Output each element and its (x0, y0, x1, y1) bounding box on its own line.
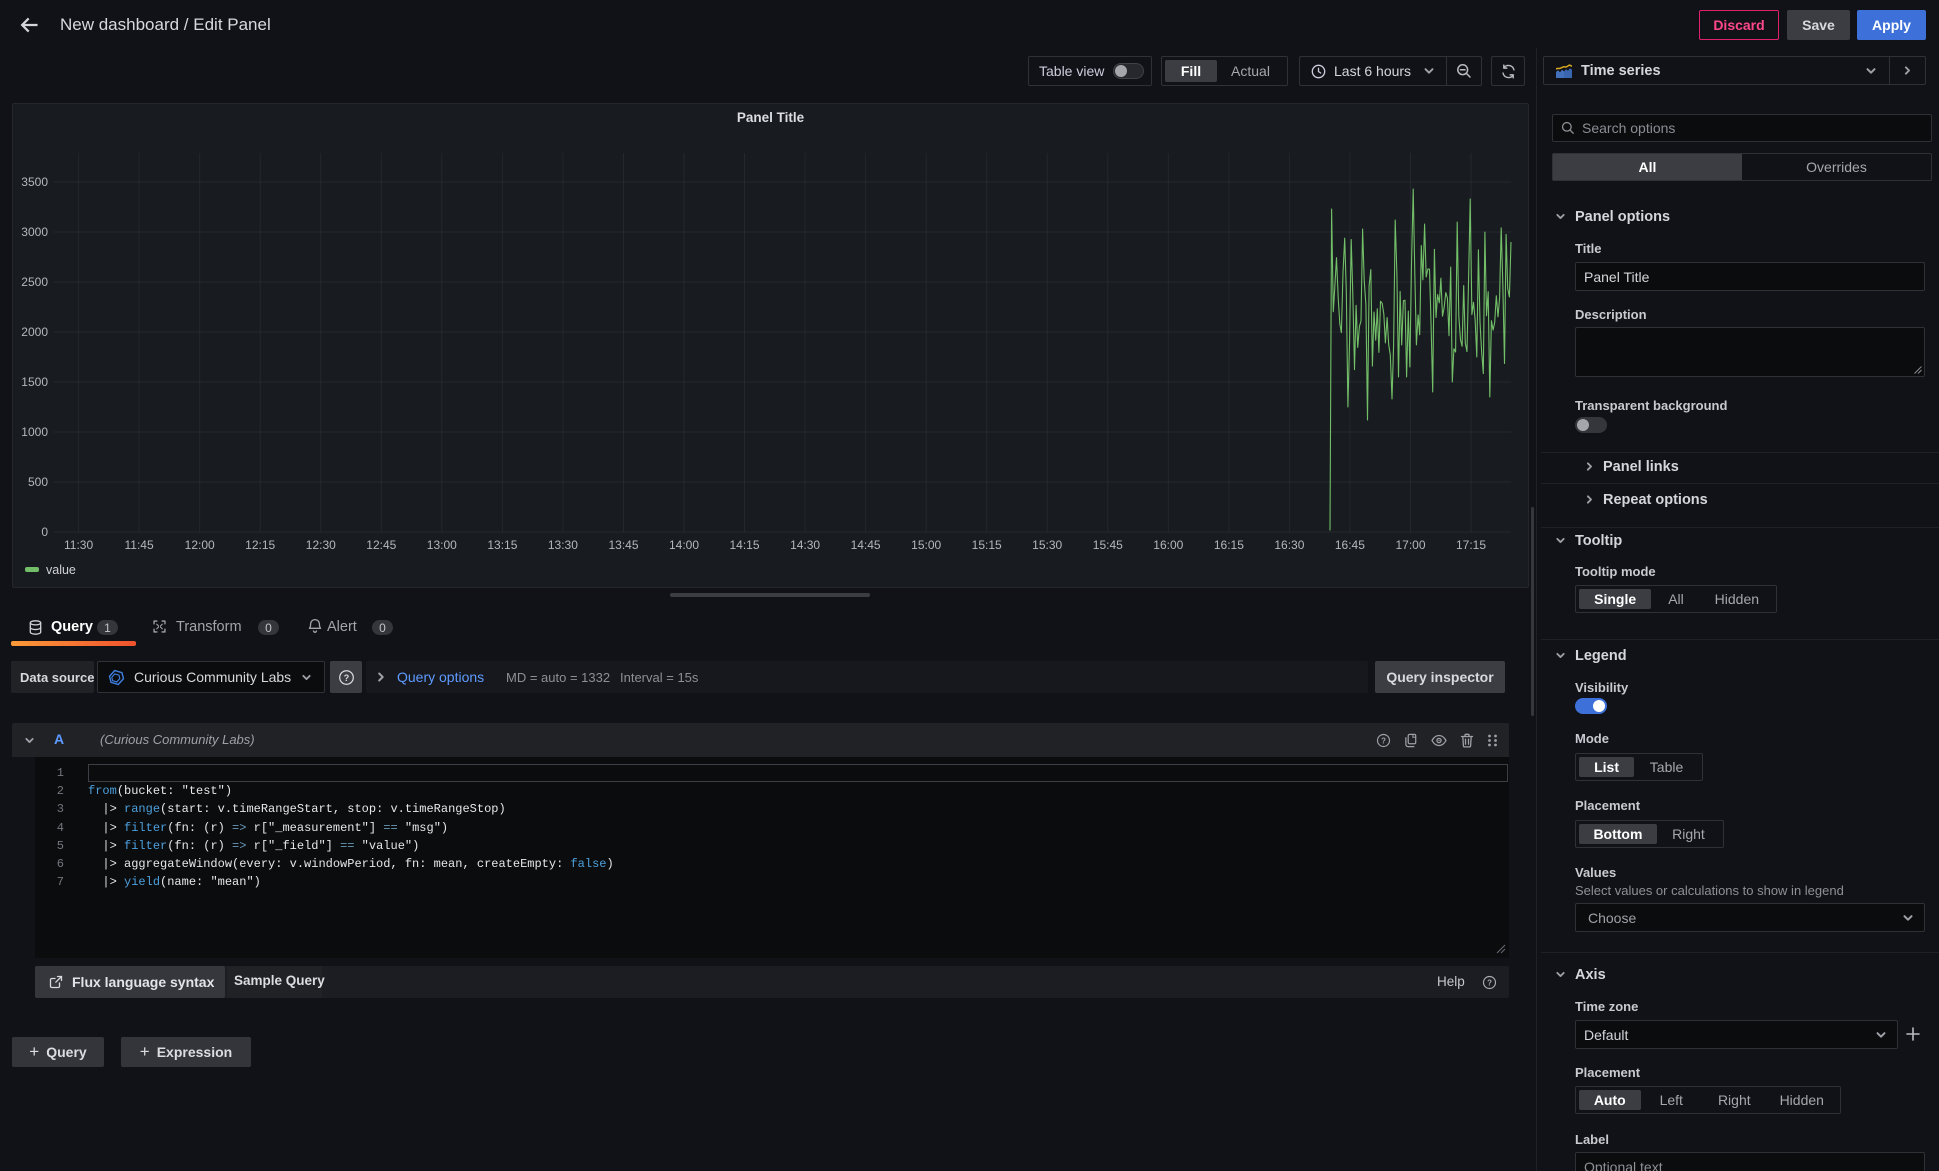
svg-text:3500: 3500 (21, 175, 48, 189)
svg-text:2000: 2000 (21, 325, 48, 339)
svg-text:14:45: 14:45 (851, 538, 881, 552)
svg-text:12:00: 12:00 (185, 538, 215, 552)
svg-text:12:45: 12:45 (366, 538, 396, 552)
svg-text:14:15: 14:15 (729, 538, 759, 552)
svg-text:15:30: 15:30 (1032, 538, 1062, 552)
svg-text:11:30: 11:30 (64, 538, 93, 552)
svg-text:15:00: 15:00 (911, 538, 941, 552)
svg-text:16:15: 16:15 (1214, 538, 1244, 552)
svg-text:14:00: 14:00 (669, 538, 699, 552)
svg-text:15:15: 15:15 (972, 538, 1002, 552)
svg-text:1500: 1500 (21, 375, 48, 389)
svg-text:12:30: 12:30 (306, 538, 336, 552)
svg-text:3000: 3000 (21, 225, 48, 239)
svg-text:?: ? (1381, 737, 1386, 746)
svg-text:13:30: 13:30 (548, 538, 578, 552)
svg-text:value: value (46, 563, 76, 577)
svg-text:16:00: 16:00 (1153, 538, 1183, 552)
svg-text:?: ? (343, 672, 348, 682)
svg-text:15:45: 15:45 (1093, 538, 1123, 552)
svg-text:17:15: 17:15 (1456, 538, 1486, 552)
svg-text:17:00: 17:00 (1395, 538, 1425, 552)
svg-text:1000: 1000 (21, 425, 48, 439)
svg-text:?: ? (1487, 979, 1492, 988)
svg-text:16:30: 16:30 (1274, 538, 1304, 552)
svg-text:11:45: 11:45 (125, 538, 154, 552)
svg-text:500: 500 (28, 475, 48, 489)
svg-text:13:00: 13:00 (427, 538, 457, 552)
svg-text:16:45: 16:45 (1335, 538, 1365, 552)
svg-text:13:45: 13:45 (608, 538, 638, 552)
svg-text:12:15: 12:15 (245, 538, 275, 552)
svg-text:0: 0 (41, 525, 48, 539)
svg-text:13:15: 13:15 (487, 538, 517, 552)
svg-text:2500: 2500 (21, 275, 48, 289)
svg-text:14:30: 14:30 (790, 538, 820, 552)
